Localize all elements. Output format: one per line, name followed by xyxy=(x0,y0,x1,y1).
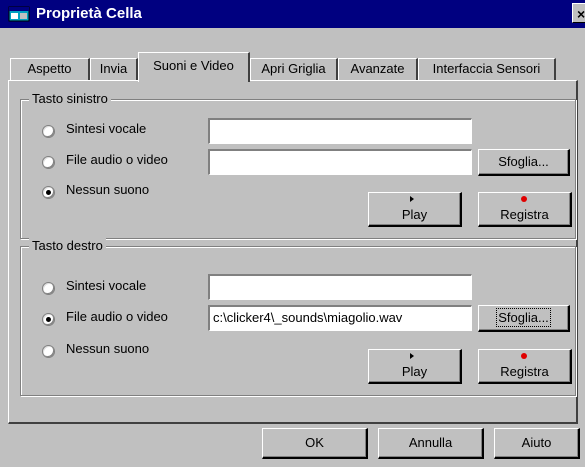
cell-properties-dialog: Proprietà Cella × Aspetto Invia Suoni e … xyxy=(0,0,585,467)
right-radio-none[interactable] xyxy=(42,345,55,358)
help-button[interactable]: Aiuto xyxy=(494,428,580,459)
left-radio-none[interactable] xyxy=(42,186,55,199)
left-file-path-field[interactable] xyxy=(208,149,472,175)
left-key-group-title: Tasto sinistro xyxy=(29,91,111,106)
left-radio-speech-label: Sintesi vocale xyxy=(66,121,147,136)
left-play-button[interactable]: Play xyxy=(368,192,462,227)
close-button[interactable]: × xyxy=(572,3,585,23)
ok-button[interactable]: OK xyxy=(262,428,368,459)
tab-interfaccia-sensori[interactable]: Interfaccia Sensori xyxy=(418,58,556,80)
left-speech-text-field[interactable] xyxy=(208,118,472,144)
window-title: Proprietà Cella xyxy=(36,5,142,22)
radio-selected-dot xyxy=(46,317,51,322)
tab-apri-griglia[interactable]: Apri Griglia xyxy=(250,58,338,80)
right-record-button[interactable]: Registra xyxy=(478,349,572,384)
left-record-button[interactable]: Registra xyxy=(478,192,572,227)
right-radio-file-label: File audio o video xyxy=(66,309,168,324)
title-bar[interactable]: Proprietà Cella × xyxy=(0,0,585,28)
right-file-path-field[interactable]: c:\clicker4\_sounds\miagolio.wav xyxy=(208,305,472,331)
right-radio-none-label: Nessun suono xyxy=(66,341,150,356)
right-radio-file[interactable] xyxy=(42,313,55,326)
right-radio-speech[interactable] xyxy=(42,282,55,295)
play-icon xyxy=(410,353,414,359)
right-key-group-title: Tasto destro xyxy=(29,238,106,253)
left-radio-none-label: Nessun suono xyxy=(66,182,150,197)
record-icon xyxy=(521,353,527,359)
window-app-icon xyxy=(8,6,30,22)
right-browse-button[interactable]: Sfoglia... xyxy=(478,305,570,332)
radio-selected-dot xyxy=(46,190,51,195)
right-speech-text-field[interactable] xyxy=(208,274,472,300)
left-radio-speech[interactable] xyxy=(42,125,55,138)
tab-suoni-e-video[interactable]: Suoni e Video xyxy=(138,52,250,82)
left-radio-file-label: File audio o video xyxy=(66,152,168,167)
right-radio-speech-label: Sintesi vocale xyxy=(66,278,147,293)
record-icon xyxy=(521,196,527,202)
tab-avanzate[interactable]: Avanzate xyxy=(338,58,418,80)
tab-invia[interactable]: Invia xyxy=(90,58,138,80)
play-icon xyxy=(410,196,414,202)
close-icon: × xyxy=(577,6,585,22)
left-radio-file[interactable] xyxy=(42,156,55,169)
cancel-button[interactable]: Annulla xyxy=(378,428,484,459)
tab-aspetto[interactable]: Aspetto xyxy=(10,58,90,80)
left-browse-button[interactable]: Sfoglia... xyxy=(478,149,570,176)
right-play-button[interactable]: Play xyxy=(368,349,462,384)
